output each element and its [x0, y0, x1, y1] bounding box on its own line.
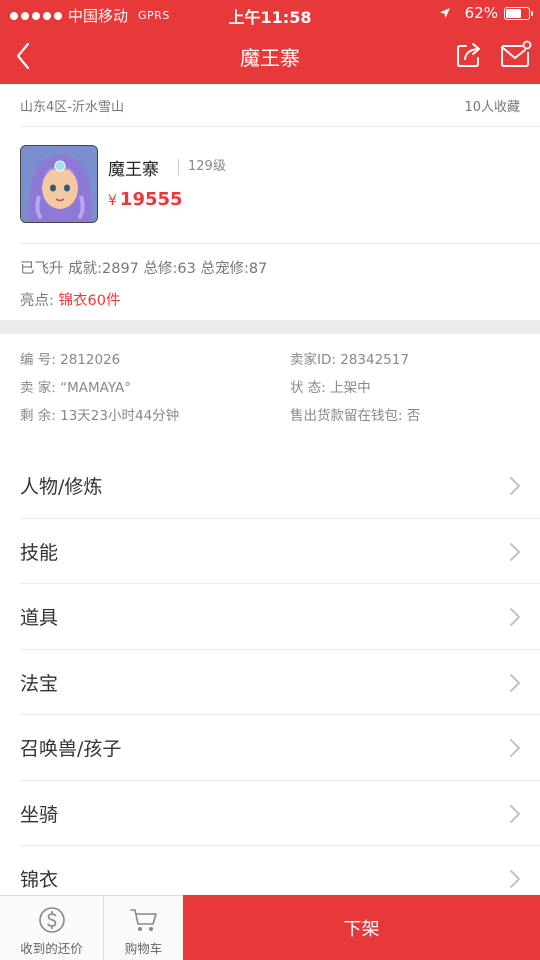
menu-item-label: 道具: [20, 607, 59, 630]
chevron-right-icon: [510, 739, 520, 757]
counter-offers-button[interactable]: 收到的还价: [0, 896, 104, 960]
highlight-value: 锦衣60件: [58, 293, 121, 309]
bottom-action-bar: 收到的还价 购物车 下架: [0, 895, 540, 960]
favorites-count: 10人收藏: [464, 100, 520, 115]
listing-id: 编 号: 2812026: [20, 352, 121, 368]
seller-id: 卖家ID: 28342517: [290, 352, 409, 368]
listing-status: 状 态: 上架中: [290, 380, 371, 396]
divider: [20, 243, 540, 244]
menu-item-summons[interactable]: 召唤兽/孩子: [0, 715, 540, 781]
menu-item-label: 人物/修炼: [20, 476, 103, 499]
battery-percent: 62%: [464, 4, 498, 22]
menu-item-label: 锦衣: [20, 869, 59, 892]
role-card: 魔王寨 129级 ¥19555: [20, 145, 520, 225]
detail-menu: 人物/修炼 技能 道具 法宝 召唤兽/孩子 坐骑 锦衣: [0, 453, 540, 912]
counter-offers-label: 收到的还价: [20, 941, 83, 956]
chevron-right-icon: [510, 673, 520, 692]
dollar-circle-icon: [38, 907, 65, 933]
mail-icon[interactable]: [500, 40, 532, 70]
menu-item-label: 坐骑: [20, 803, 59, 826]
cart-label: 购物车: [124, 941, 163, 956]
highlight-label: 亮点:: [20, 293, 54, 309]
location-arrow-icon: [439, 8, 450, 18]
price: ¥19555: [108, 189, 183, 210]
share-icon[interactable]: [454, 40, 484, 70]
menu-item-items[interactable]: 道具: [0, 584, 540, 650]
cart-icon: [129, 909, 157, 931]
menu-item-character[interactable]: 人物/修炼: [0, 453, 540, 519]
menu-item-skills[interactable]: 技能: [0, 519, 540, 584]
nav-bar: 魔王寨: [0, 28, 540, 84]
avatar: [20, 145, 98, 223]
delist-button[interactable]: 下架: [183, 895, 540, 960]
top-bar: 中国移动 GPRS 上午11:58 62% 魔王寨: [0, 0, 540, 84]
server-row: 山东4区-沂水雪山 10人收藏: [20, 96, 520, 126]
chevron-right-icon: [510, 870, 520, 888]
currency-symbol: ¥: [108, 193, 117, 209]
menu-item-label: 召唤兽/孩子: [20, 738, 122, 761]
highlight: 亮点: 锦衣60件: [20, 289, 120, 310]
role-level: 129级: [178, 159, 226, 175]
chevron-right-icon: [510, 542, 520, 561]
time-remaining: 剩 余: 13天23小时44分钟: [20, 408, 180, 424]
chevron-right-icon: [510, 804, 520, 823]
menu-item-treasures[interactable]: 法宝: [0, 650, 540, 715]
seller-name: 卖 家: “MAMAYA°: [20, 380, 132, 396]
section-separator: [0, 320, 540, 334]
role-name: 魔王寨: [108, 160, 159, 180]
menu-item-mounts[interactable]: 坐骑: [0, 781, 540, 846]
server-name: 山东4区-沂水雪山: [20, 100, 124, 115]
price-value: 19555: [119, 189, 183, 210]
menu-item-label: 法宝: [20, 672, 59, 695]
chevron-right-icon: [510, 608, 520, 626]
wallet-setting: 售出货款留在钱包: 否: [290, 408, 421, 424]
role-stats: 已飞升 成就:2897 总修:63 总宠修:87: [20, 261, 268, 277]
menu-item-label: 技能: [20, 541, 59, 564]
chevron-right-icon: [510, 477, 520, 495]
status-bar: 中国移动 GPRS 上午11:58 62%: [0, 0, 540, 28]
battery-icon: [504, 6, 533, 20]
divider: [20, 126, 540, 127]
cart-button[interactable]: 购物车: [104, 896, 183, 960]
